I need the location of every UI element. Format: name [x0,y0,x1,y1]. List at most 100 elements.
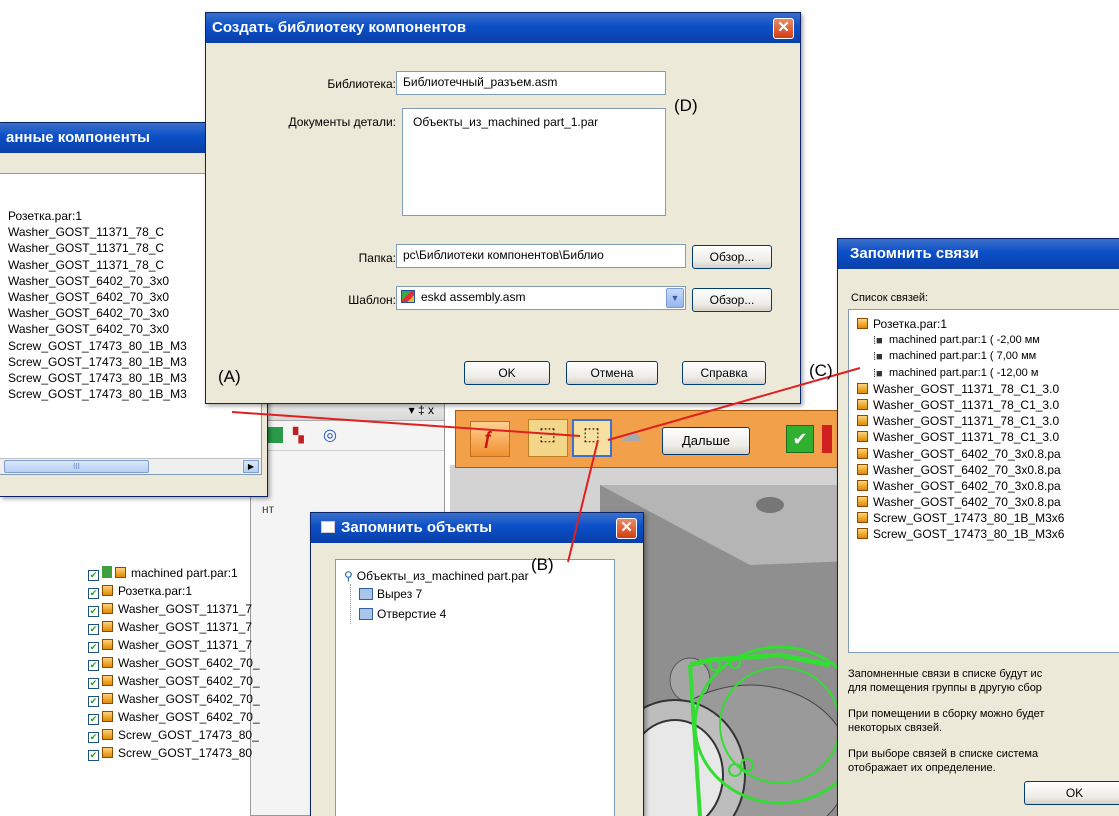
checkbox-icon[interactable]: ✔ [88,678,99,689]
next-button[interactable]: Дальше [662,427,750,455]
tree-item[interactable]: ✔ Washer_GOST_6402_70_ [88,673,318,691]
checkbox-icon[interactable]: ✔ [88,732,99,743]
template-label: Шаблон: [348,293,396,307]
accept-button[interactable]: ✔ [786,425,814,453]
part-icon [857,496,868,508]
checkbox-icon[interactable]: ✔ [88,750,99,761]
objects-child[interactable]: Отверстие 4 [359,604,614,624]
template-value: eskd assembly.asm [421,290,526,304]
checkbox-icon[interactable]: ✔ [88,642,99,653]
step-start-button[interactable]: ƒ [470,421,510,457]
part-icon [115,567,126,578]
template-select[interactable]: eskd assembly.asm ▼ [396,286,686,310]
relation-part-item[interactable]: Screw_GOST_17473_80_1B_M3x6 [857,526,1119,542]
tree-item[interactable]: ✔ Screw_GOST_17473_80_ [88,727,318,745]
checkbox-icon[interactable]: ✔ [88,570,99,581]
relation-part-label: Washer_GOST_11371_78_C1_3.0 [873,414,1060,429]
objects-dialog: Запомнить объекты ✕ ⚲ Объекты_из_machined… [310,512,644,816]
scroll-thumb[interactable]: III [4,460,149,473]
library-dialog-titlebar[interactable]: Создать библиотеку компонентов ✕ [206,13,800,43]
close-icon: ✕ [777,19,790,36]
help-button[interactable]: Справка [682,361,766,385]
close-button[interactable]: ✕ [616,518,637,539]
tree-item-label: Screw_GOST_17473_80_ [118,728,259,742]
cancel-red-button[interactable] [822,425,832,453]
tree-item[interactable]: ✔ Screw_GOST_17473_80 [88,745,318,763]
step-relations-button[interactable]: ⬚ [572,419,612,457]
components-hscrollbar[interactable]: III ▶ [0,458,261,474]
tree-item[interactable]: ✔ Washer_GOST_6402_70_ [88,655,318,673]
objects-root[interactable]: ⚲ Объекты_из_machined part.par [344,568,614,584]
relation-part-item[interactable]: Washer_GOST_6402_70_3x0.8.pa [857,462,1119,478]
relations-root[interactable]: Розетка.par:1 [857,316,1119,332]
tree-item[interactable]: ✔ Washer_GOST_6402_70_ [88,691,318,709]
dropdown-button[interactable]: ▼ [666,288,684,308]
select-icon: ƒ [483,428,494,448]
callout-b: (B) [531,555,554,574]
tree-item[interactable]: ✔ Washer_GOST_6402_70_ [88,709,318,727]
green-part-icon [102,566,112,578]
tree-item[interactable]: ✔ Washer_GOST_11371_7 [88,619,318,637]
checkbox-icon[interactable]: ✔ [88,588,99,599]
relation-part-item[interactable]: Screw_GOST_17473_80_1B_M3x6 [857,510,1119,526]
relations-dialog-titlebar[interactable]: Запомнить связи [838,239,1119,269]
relation-part-item[interactable]: Washer_GOST_6402_70_3x0.8.pa [857,446,1119,462]
feature-icon [359,608,373,621]
relation-item[interactable]: ⁞■ machined part.par:1 ( -2,00 мм [873,332,1119,348]
close-icon: ✕ [620,519,633,536]
relation-part-item[interactable]: Washer_GOST_6402_70_3x0.8.pa [857,478,1119,494]
callout-a: (A) [218,367,241,386]
relation-part-label: Washer_GOST_11371_78_C1_3.0 [873,381,1060,396]
checkbox-icon[interactable]: ✔ [88,660,99,671]
step-disabled-button: ☁ [616,421,652,455]
relations-ok-button[interactable]: OK [1024,781,1119,805]
browse-folder-button[interactable]: Обзор... [692,245,772,269]
relation-part-item[interactable]: Washer_GOST_11371_78_C1_3.0 [857,429,1119,445]
relation-item[interactable]: ⁞■ machined part.par:1 ( -12,00 м [873,365,1119,381]
relations-help-text: Запомненные связи в списке будут ис для … [848,667,1119,775]
folder-field[interactable]: pc\Библиотеки компонентов\Библио [396,244,686,268]
objects-dialog-titlebar[interactable]: Запомнить объекты ✕ [311,513,643,543]
relations-dialog: Запомнить связи Список связей: Розетка.p… [837,238,1119,816]
checkbox-icon[interactable]: ✔ [88,606,99,617]
relation-item-label: machined part.par:1 ( -12,00 м [889,366,1039,379]
relation-part-item[interactable]: Washer_GOST_11371_78_C1_3.0 [857,413,1119,429]
objects-tree: ⚲ Объекты_из_machined part.par Вырез 7 От… [335,559,615,816]
help-line: отображает их определение. [848,762,996,774]
panel-pin-controls[interactable]: ▾ ‡ x [409,403,434,417]
tree-item[interactable]: ✔ machined part.par:1 [88,565,318,583]
step-objects-button[interactable]: ⬚ [528,419,568,457]
cancel-button[interactable]: Отмена [566,361,658,385]
tree-item-label: machined part.par:1 [131,566,238,580]
tree-list: ✔ machined part.par:1 ✔ Розетка.par:1 ✔ Was… [88,565,318,763]
relation-part-item[interactable]: Washer_GOST_6402_70_3x0.8.pa [857,494,1119,510]
close-button[interactable]: ✕ [773,18,794,39]
relation-item[interactable]: ⁞■ machined part.par:1 ( 7,00 мм [873,348,1119,364]
checkbox-icon[interactable]: ✔ [88,696,99,707]
tree-item[interactable]: ✔ Washer_GOST_11371_7 [88,601,318,619]
relation-part-item[interactable]: Washer_GOST_11371_78_C1_3.0 [857,397,1119,413]
chevron-down-icon: ▼ [670,293,680,303]
parts-field[interactable]: Объекты_из_machined part_1.par [402,108,666,216]
scroll-right-button[interactable]: ▶ [243,460,259,473]
part-icon [857,479,868,491]
relations-children: ⁞■ machined part.par:1 ( -2,00 мм ⁞■ machi… [873,332,1119,381]
tree-item[interactable]: ✔ Washer_GOST_11371_7 [88,637,318,655]
browse-template-button[interactable]: Обзор... [692,288,772,312]
checkbox-icon[interactable]: ✔ [88,714,99,725]
library-field[interactable]: Библиотечный_разъем.asm [396,71,666,95]
grid-icon[interactable]: ▚ [293,427,304,444]
green-view-icon[interactable] [267,427,283,443]
library-dialog-title: Создать библиотеку компонентов [212,19,467,36]
objects-root-label: Объекты_из_machined part.par [356,569,529,583]
relation-part-label: Washer_GOST_6402_70_3x0.8.pa [873,495,1061,510]
objects-child[interactable]: Вырез 7 [359,584,614,604]
filter-icon[interactable]: ◎ [323,425,337,445]
pick-objects-icon: ⬚ [539,424,557,444]
part-icon [857,463,868,475]
tree-item[interactable]: ✔ Розетка.par:1 [88,583,318,601]
checkbox-icon[interactable]: ✔ [88,624,99,635]
ok-button[interactable]: OK [464,361,550,385]
relation-item-label: machined part.par:1 ( -2,00 мм [889,334,1040,347]
relation-part-item[interactable]: Washer_GOST_11371_78_C1_3.0 [857,381,1119,397]
